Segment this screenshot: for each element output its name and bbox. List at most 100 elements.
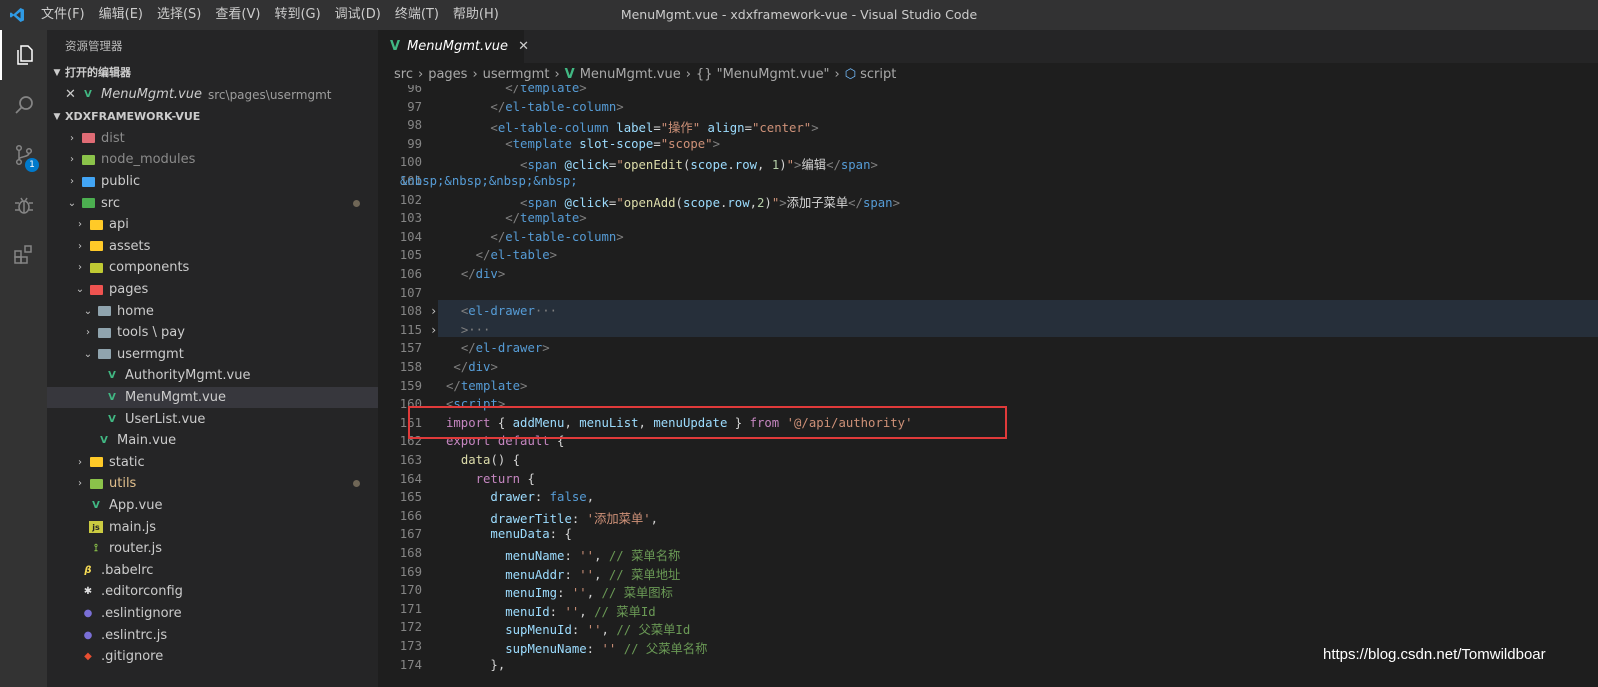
cube-icon: ⬡ [844,66,857,82]
open-editors-header[interactable]: ▼ 打开的编辑器 [47,62,378,84]
file-item[interactable]: ● .eslintignore [47,603,378,625]
search-icon[interactable] [0,80,47,130]
folder-item[interactable]: ⌄ usermgmt [47,344,378,366]
menu-item[interactable]: 终端(T) [388,0,446,30]
explorer-icon[interactable] [0,30,47,80]
menu-item[interactable]: 帮助(H) [446,0,506,30]
js-file-icon: js [89,521,103,534]
menu-item[interactable]: 调试(D) [328,0,388,30]
chevron-right-icon: › [78,219,82,231]
line-number: 103 [399,211,422,226]
tree-item-label: assets [109,238,151,254]
chevron-right-icon: › [86,327,90,339]
breadcrumb-item[interactable]: script [860,67,896,82]
annotation-highlight-box [408,406,1007,439]
breadcrumb-item[interactable]: pages [428,67,467,82]
folder-icon [97,305,111,317]
breadcrumb-item[interactable]: src [394,67,413,82]
folder-item[interactable]: ⌄ src [47,192,378,214]
code-line: <span @click="openEdit(scope.row, 1)">编辑… [520,158,878,173]
line-number: 174 [399,657,422,672]
folder-item[interactable]: ⌄ pages [47,279,378,301]
file-item[interactable]: V App.vue [47,495,378,517]
tree-item-label: router.js [109,541,163,557]
code-line: menuData: { [490,527,572,542]
folder-item[interactable]: › api [47,214,378,236]
fold-chevron-icon[interactable]: › [430,323,437,337]
file-item[interactable]: V MenuMgmt.vue [47,386,378,409]
tree-item-label: dist [101,130,125,146]
folder-item[interactable]: ⌄ home [47,300,378,322]
router-icon: ⟟ [94,543,98,555]
code-line: </template> [505,211,587,226]
code-line: <el-table-column label="操作" align="cente… [490,121,819,136]
chevron-down-icon: ⌄ [83,348,93,360]
chevron-down-icon: ▼ [53,68,61,78]
folder-item[interactable]: › public [47,171,378,193]
line-number: 159 [399,378,422,393]
line-number: 168 [399,546,422,560]
line-number: 108 [399,304,422,319]
debug-icon[interactable] [0,180,47,230]
file-item[interactable]: V Main.vue [47,430,378,452]
file-item[interactable]: V AuthorityMgmt.vue [47,365,378,387]
editorconfig-icon: ✱ [83,586,93,598]
menu-item[interactable]: 选择(S) [150,0,208,30]
code-line: }, [446,657,506,672]
code-line: </template> [505,85,587,95]
folder-icon [97,327,111,339]
extensions-icon[interactable] [0,230,47,280]
menu-item[interactable]: 查看(V) [208,0,267,30]
folder-item[interactable]: › assets [47,236,378,258]
code-line: <template slot-scope="scope"> [505,136,720,151]
line-number: 96 [407,85,422,95]
folder-item[interactable]: › dist [47,128,378,150]
tree-item-label: main.js [109,519,156,535]
source-control-icon[interactable]: 1 [0,130,47,180]
file-item[interactable]: β .babelrc [47,559,378,581]
menu-item[interactable]: 文件(F) [34,0,92,30]
file-item[interactable]: ● .eslintrc.js [47,624,378,646]
line-number: 102 [399,192,422,207]
breadcrumb-item[interactable]: {} "MenuMgmt.vue" [696,67,830,82]
folder-item[interactable]: › node_modules [47,149,378,171]
chevron-down-icon: ⌄ [75,284,85,296]
line-number: 99 [407,136,422,151]
file-item[interactable]: ⟟ router.js [47,538,378,560]
project-header[interactable]: ▼ XDXFRAMEWORK-VUE [47,106,378,128]
tree-item-label: App.vue [109,497,163,513]
file-item[interactable]: ◆ .gitignore [47,646,378,668]
file-tree: › dist › node_modules › public ⌄ src › api › assets… [47,128,378,668]
code-editor[interactable]: 96 </template> 97 </el-table-column> 98 <e… [378,85,1598,687]
file-item[interactable]: V UserList.vue [47,408,378,430]
open-editor-name: MenuMgmt.vue [101,87,202,103]
tab-menumgmt[interactable]: V MenuMgmt.vue ✕ [378,30,529,63]
tree-item-label: .gitignore [101,649,164,665]
file-item[interactable]: js main.js [47,516,378,538]
close-icon[interactable]: ✕ [65,87,79,102]
folder-item[interactable]: › utils [47,473,378,495]
modified-dot-icon [353,480,360,488]
folder-item[interactable]: › tools \ pay [47,322,378,344]
tree-item-label: AuthorityMgmt.vue [125,368,251,384]
line-number: 98 [407,118,422,133]
chevron-down-icon: ▼ [53,111,61,122]
tree-item-label: UserList.vue [125,411,206,427]
code-line: </div> [460,267,506,281]
chevron-right-icon: › [417,66,424,82]
open-editor-item[interactable]: ✕ V MenuMgmt.vue src\pages\usermgmt [47,84,378,106]
folder-item[interactable]: › components [47,257,378,279]
folder-icon [81,197,95,209]
fold-chevron-icon[interactable]: › [430,304,437,318]
open-editors-label: 打开的编辑器 [65,66,131,79]
project-name: XDXFRAMEWORK-VUE [65,109,201,123]
breadcrumb-item[interactable]: usermgmt [483,67,550,82]
breadcrumb-item[interactable]: MenuMgmt.vue [580,67,681,82]
file-item[interactable]: ✱ .editorconfig [47,581,378,603]
menu-item[interactable]: 编辑(E) [92,0,150,30]
folded-region-highlight [438,300,1598,337]
menu-item[interactable]: 转到(G) [267,0,327,30]
folder-item[interactable]: › static [47,452,378,474]
close-icon[interactable]: ✕ [518,39,529,54]
folder-icon [89,219,103,231]
